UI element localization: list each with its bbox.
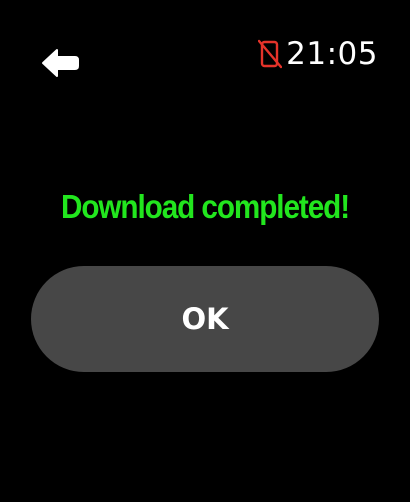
watch-screen: 21:05 Download completed! OK [0, 0, 410, 502]
ok-button[interactable]: OK [31, 266, 379, 372]
ok-button-label: OK [181, 302, 229, 336]
clock: 21:05 [286, 36, 378, 72]
status-message: Download completed! [60, 188, 350, 225]
back-arrow-icon [41, 48, 79, 83]
phone-disconnected-icon [258, 39, 283, 69]
status-bar: 21:05 [258, 36, 378, 72]
back-button[interactable] [38, 46, 82, 84]
